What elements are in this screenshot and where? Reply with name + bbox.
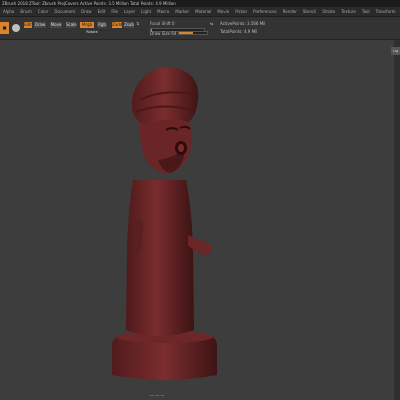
total-points-label: TotalPoints: 4.9 Mil xyxy=(220,29,258,34)
menu-item-transform[interactable]: Transform xyxy=(373,7,399,16)
menu-item-alpha[interactable]: Alpha xyxy=(0,7,17,16)
right-panel xyxy=(394,40,400,400)
rotate-label: Rotate xyxy=(86,30,98,34)
menu-item-preferences[interactable]: Preferences xyxy=(250,7,280,16)
menu-item-render[interactable]: Render xyxy=(280,7,300,16)
edit-button[interactable]: Edit xyxy=(24,22,32,28)
arrows-icon[interactable]: ⇅ xyxy=(136,21,139,26)
focal-shift-label: Focal Shift 0 xyxy=(150,21,175,26)
brush-icon[interactable] xyxy=(11,21,21,35)
link-icon[interactable]: ⇆ xyxy=(210,21,213,26)
menu-item-layer[interactable]: Layer xyxy=(121,7,138,16)
home-icon: ■ xyxy=(2,25,7,30)
menu-item-movie[interactable]: Movie xyxy=(214,7,232,16)
window-title: ZBrush 2018 ZTool: Zbrush ProjCovers Act… xyxy=(0,0,400,7)
move-button[interactable]: Move xyxy=(50,22,62,28)
draw-button[interactable]: Draw xyxy=(34,22,46,28)
home-button[interactable]: ■ xyxy=(0,22,9,34)
toolbar: ■ Edit Draw Move Scale Mrgb Rgb Rotate Z… xyxy=(0,17,400,54)
model-turban xyxy=(131,67,199,125)
menu-bar: Alpha Brush Color Document Draw Edit File Layer… xyxy=(0,7,400,17)
menu-item-edit[interactable]: Edit xyxy=(95,7,109,16)
menu-item-light[interactable]: Light xyxy=(138,7,154,16)
menu-item-marker[interactable]: Marker xyxy=(172,7,192,16)
bottom-status: — — — xyxy=(150,393,165,398)
menu-item-document[interactable]: Document xyxy=(51,7,78,16)
brush-sphere-icon xyxy=(12,24,20,32)
draw-size-label: Draw Size 64 xyxy=(150,31,177,36)
menu-item-stroke[interactable]: Stroke xyxy=(319,7,338,16)
zsub-button[interactable]: Zsub xyxy=(124,22,134,28)
zadd-button[interactable]: Zadd xyxy=(112,22,122,28)
draw-size-slider[interactable] xyxy=(178,31,208,35)
model-body xyxy=(126,180,194,336)
active-points-label: ActivePoints: 3.566 Mil xyxy=(220,21,266,26)
menu-item-draw[interactable]: Draw xyxy=(78,7,94,16)
menu-item-picker[interactable]: Picker xyxy=(232,7,250,16)
scale-button[interactable]: Scale xyxy=(66,22,77,28)
menu-item-file[interactable]: File xyxy=(108,7,121,16)
rgb-button[interactable]: Rgb xyxy=(97,22,107,28)
menu-item-stencil[interactable]: Stencil xyxy=(300,7,320,16)
mrgb-button[interactable]: Mrgb xyxy=(80,22,94,28)
menu-item-macro[interactable]: Macro xyxy=(154,7,172,16)
sculpt-model[interactable] xyxy=(0,40,394,400)
menu-item-brush[interactable]: Brush xyxy=(17,7,35,16)
menu-item-color[interactable]: Color xyxy=(35,7,51,16)
menu-item-material[interactable]: Material xyxy=(192,7,214,16)
menu-item-texture[interactable]: Texture xyxy=(338,7,359,16)
menu-item-tool[interactable]: Tool xyxy=(359,7,373,16)
